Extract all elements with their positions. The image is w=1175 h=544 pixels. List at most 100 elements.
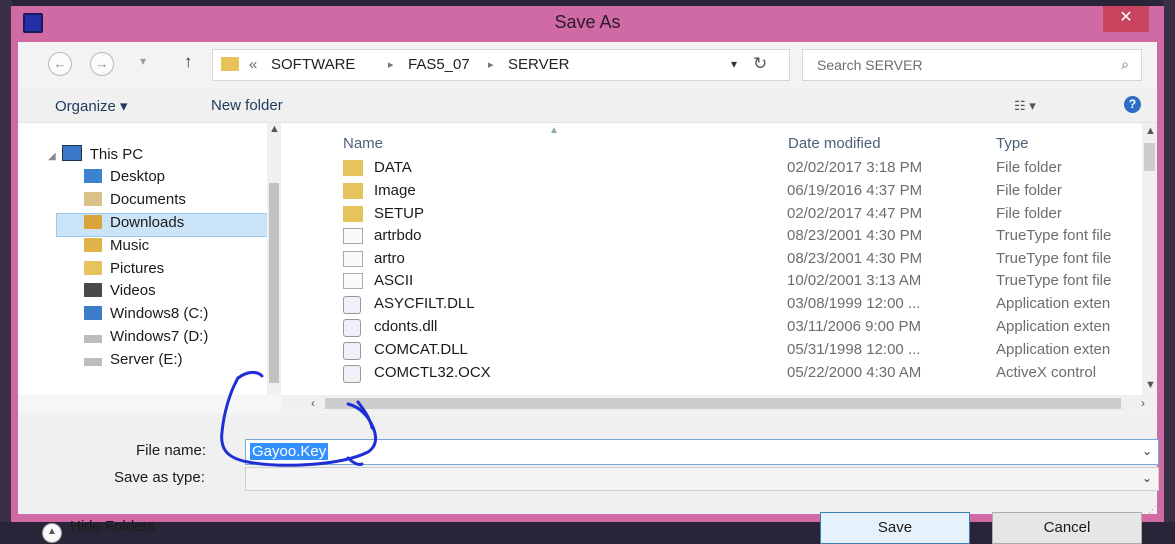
file-row[interactable]: SETUP 02/02/2017 4:47 PM File folder xyxy=(281,203,1141,225)
file-name: cdonts.dll xyxy=(374,318,438,335)
back-button[interactable]: ← xyxy=(48,52,72,76)
new-folder-button[interactable]: New folder xyxy=(211,97,283,114)
refresh-icon[interactable]: ↻ xyxy=(753,54,767,74)
sidebar-item-label: Pictures xyxy=(110,260,165,277)
forward-button[interactable]: → xyxy=(90,52,114,76)
sidebar-item-label: Downloads xyxy=(110,214,185,231)
breadcrumb-separator-icon[interactable]: ▸ xyxy=(488,58,494,71)
close-button[interactable]: ✕ xyxy=(1103,6,1149,32)
file-type: TrueType font file xyxy=(996,250,1112,267)
font-file-icon xyxy=(343,228,363,244)
file-name: DATA xyxy=(374,159,412,176)
ocx-file-icon xyxy=(343,365,361,383)
file-row[interactable]: artrbdo 08/23/2001 4:30 PM TrueType font… xyxy=(281,225,1141,247)
sort-indicator-icon: ▲ xyxy=(549,125,559,136)
horizontal-scrollbar[interactable]: ‹ › xyxy=(281,395,1157,412)
sidebar-item-label: Desktop xyxy=(110,168,166,185)
downloads-icon xyxy=(84,215,102,229)
scroll-left-icon[interactable]: ‹ xyxy=(311,396,315,410)
breadcrumb-overflow-icon[interactable]: « xyxy=(249,56,257,73)
command-bar: Organize ▾ New folder ☷ ▾ ? xyxy=(18,88,1157,123)
folder-icon xyxy=(343,206,363,222)
save-as-type-dropdown-icon[interactable]: ⌄ xyxy=(1142,471,1152,485)
collapse-caret-icon[interactable]: ◢ xyxy=(48,151,56,162)
folder-icon xyxy=(343,160,363,176)
column-header-name[interactable]: Name xyxy=(343,135,383,152)
column-header-date[interactable]: Date modified xyxy=(788,135,881,152)
file-name: COMCAT.DLL xyxy=(374,341,468,358)
music-icon xyxy=(84,238,102,252)
sidebar-item-videos[interactable]: Videos xyxy=(84,282,156,304)
dll-file-icon xyxy=(343,319,361,337)
file-row[interactable]: DATA 02/02/2017 3:18 PM File folder xyxy=(281,157,1141,179)
address-dropdown-icon[interactable]: ▾ xyxy=(731,57,737,71)
navigation-scrollbar[interactable]: ▲ xyxy=(267,123,281,395)
font-file-icon xyxy=(343,251,363,267)
scroll-right-icon[interactable]: › xyxy=(1141,396,1145,410)
search-box[interactable]: Search SERVER ⌕ xyxy=(802,49,1142,81)
sidebar-item-label: Music xyxy=(110,237,150,254)
search-icon[interactable]: ⌕ xyxy=(1121,56,1129,73)
sidebar-item-desktop[interactable]: Desktop xyxy=(84,168,165,190)
sidebar-item-downloads[interactable]: Downloads xyxy=(84,214,184,236)
file-row[interactable]: ASYCFILT.DLL 03/08/1999 12:00 ... Applic… xyxy=(281,293,1141,315)
address-bar[interactable]: « SOFTWARE ▸ FAS5_07 ▸ SERVER ▾ ↻ xyxy=(212,49,790,81)
scroll-up-icon[interactable]: ▲ xyxy=(269,123,280,135)
breadcrumb-fas5-07[interactable]: FAS5_07 xyxy=(408,56,470,73)
recent-locations-dropdown-icon[interactable]: ▾ xyxy=(140,54,146,68)
file-row[interactable]: cdonts.dll 03/11/2006 9:00 PM Applicatio… xyxy=(281,316,1141,338)
file-name: artro xyxy=(374,250,405,267)
sidebar-item-windows8-c[interactable]: Windows8 (C:) xyxy=(84,305,208,327)
sidebar-item-documents[interactable]: Documents xyxy=(84,191,186,213)
breadcrumb-software[interactable]: SOFTWARE xyxy=(271,56,355,73)
scrollbar-thumb[interactable] xyxy=(269,183,279,383)
organize-button[interactable]: Organize ▾ xyxy=(55,97,128,115)
up-one-level-button[interactable]: ↑ xyxy=(184,52,193,72)
save-button[interactable]: Save xyxy=(820,512,970,544)
font-file-icon xyxy=(343,273,363,289)
pc-icon xyxy=(61,145,82,161)
resize-grip-icon[interactable]: ⋰ xyxy=(1148,504,1157,515)
file-row[interactable]: COMCAT.DLL 05/31/1998 12:00 ... Applicat… xyxy=(281,339,1141,361)
videos-icon xyxy=(84,283,102,297)
file-row[interactable]: Image 06/19/2016 4:37 PM File folder xyxy=(281,180,1141,202)
dialog-content: ← → ▾ ↑ « SOFTWARE ▸ FAS5_07 ▸ SERVER ▾ … xyxy=(18,42,1159,544)
sidebar-item-music[interactable]: Music xyxy=(84,237,149,259)
file-type: Application exten xyxy=(996,341,1111,358)
sidebar-item-server-e[interactable]: Server (E:) xyxy=(84,351,183,373)
breadcrumb-server[interactable]: SERVER xyxy=(508,56,569,73)
cancel-button[interactable]: Cancel xyxy=(992,512,1142,544)
sidebar-item-pictures[interactable]: Pictures xyxy=(84,260,164,282)
column-header-type[interactable]: Type xyxy=(996,135,1029,152)
folder-icon xyxy=(221,57,239,71)
file-type: Application exten xyxy=(996,318,1111,335)
change-view-icon[interactable]: ☷ ▾ xyxy=(1014,98,1036,114)
file-type: Application exten xyxy=(996,295,1111,312)
file-type: ActiveX control xyxy=(996,364,1097,381)
file-row[interactable]: COMCTL32.OCX 05/22/2000 4:30 AM ActiveX … xyxy=(281,362,1141,384)
dll-file-icon xyxy=(343,296,361,314)
file-list-scrollbar[interactable]: ▲ ▼ xyxy=(1142,123,1157,395)
file-name: ASCII xyxy=(374,272,414,289)
file-date: 08/23/2001 4:30 PM xyxy=(787,250,923,267)
file-name-field[interactable]: Gayoo.Key ⌄ xyxy=(245,439,1159,465)
save-as-type-label: Save as type: xyxy=(114,469,205,486)
breadcrumb-separator-icon[interactable]: ▸ xyxy=(388,58,394,71)
scroll-up-icon[interactable]: ▲ xyxy=(1145,125,1156,137)
sidebar-item-windows7-d[interactable]: Windows7 (D:) xyxy=(84,328,208,350)
scroll-down-icon[interactable]: ▼ xyxy=(1145,379,1156,391)
collapse-up-icon: ▲ xyxy=(42,523,62,543)
file-date: 05/31/1998 12:00 ... xyxy=(787,341,921,358)
sidebar-item-this-pc[interactable]: ◢ This PC xyxy=(48,145,143,167)
help-icon[interactable]: ? xyxy=(1124,96,1141,113)
save-as-type-select[interactable]: ⌄ xyxy=(245,467,1159,491)
scrollbar-thumb[interactable] xyxy=(1144,143,1155,171)
file-name-input[interactable]: Gayoo.Key xyxy=(250,443,329,460)
file-name: Image xyxy=(374,182,416,199)
file-row[interactable]: ASCII 10/02/2001 3:13 AM TrueType font f… xyxy=(281,270,1141,292)
file-name-dropdown-icon[interactable]: ⌄ xyxy=(1142,444,1152,458)
search-input[interactable]: Search SERVER xyxy=(817,57,923,73)
file-row[interactable]: artro 08/23/2001 4:30 PM TrueType font f… xyxy=(281,248,1141,270)
scrollbar-thumb[interactable] xyxy=(325,398,1121,409)
file-type: TrueType font file xyxy=(996,272,1112,289)
